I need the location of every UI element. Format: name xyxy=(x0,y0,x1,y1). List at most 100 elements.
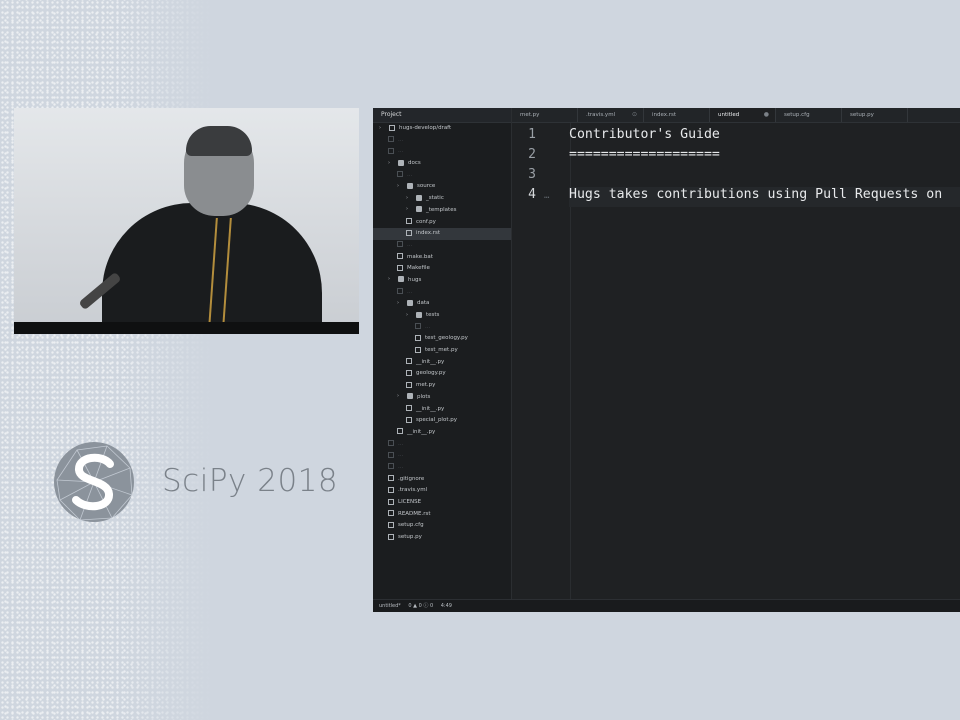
tree-file[interactable]: ... xyxy=(373,170,511,182)
tab-untitled[interactable]: untitled ● xyxy=(710,108,776,122)
file-icon xyxy=(388,463,394,470)
tree-file[interactable]: __init__.py xyxy=(373,357,511,369)
tree-item-label: make.bat xyxy=(407,253,433,260)
tree-item-label: conf.py xyxy=(416,218,436,225)
chevron-icon[interactable]: › xyxy=(397,393,403,399)
tree-file[interactable]: setup.py xyxy=(373,532,511,544)
tree-file[interactable]: setup.cfg xyxy=(373,520,511,532)
tree-file[interactable]: Makefile xyxy=(373,263,511,275)
tree-item-label: geology.py xyxy=(416,370,446,377)
tree-folder[interactable]: › plots xyxy=(373,392,511,404)
tree-item-label: _templates xyxy=(426,206,457,213)
tree-file[interactable]: ... xyxy=(373,135,511,147)
tree-root[interactable]: › hugs-develop/draft xyxy=(373,123,511,135)
tree-item-label: ... xyxy=(398,463,404,470)
tree-item-label: tests xyxy=(426,312,440,318)
tree-file[interactable]: conf.py xyxy=(373,217,511,229)
line-number-gutter: 1 2 3 4 … xyxy=(512,123,571,600)
file-icon xyxy=(406,229,412,236)
close-icon[interactable]: ⊙ xyxy=(632,108,637,122)
status-bar: untitled* 0 ▲ 0 ⓘ 0 4:49 xyxy=(373,599,960,612)
tree-folder[interactable]: › hugs xyxy=(373,275,511,287)
tab-index-rst[interactable]: index.rst xyxy=(644,108,710,122)
tree-file[interactable]: .travis.yml xyxy=(373,485,511,497)
folder-icon xyxy=(398,276,404,283)
file-icon xyxy=(388,451,394,458)
file-icon xyxy=(415,346,421,353)
tree-file[interactable]: special_plot.py xyxy=(373,415,511,427)
tree-file[interactable]: README.rst xyxy=(373,509,511,521)
tree-folder[interactable]: › data xyxy=(373,298,511,310)
tree-item-label: ... xyxy=(407,288,413,295)
file-icon xyxy=(415,334,421,341)
line-number-current: 4 xyxy=(528,187,536,202)
tree-file[interactable]: index.rst xyxy=(373,228,511,240)
chevron-icon[interactable]: › xyxy=(388,160,394,166)
file-icon xyxy=(388,136,394,143)
atom-editor-window: Project › hugs-develop/draft...... › docs..… xyxy=(373,108,960,612)
tree-folder[interactable]: › source xyxy=(373,181,511,193)
chevron-icon[interactable]: › xyxy=(397,183,403,189)
code-line: =================== xyxy=(569,147,720,162)
tree-file[interactable]: __init__.py xyxy=(373,427,511,439)
chevron-icon[interactable]: › xyxy=(406,195,412,201)
tab-setup-cfg[interactable]: setup.cfg xyxy=(776,108,842,122)
tree-file[interactable]: test_met.py xyxy=(373,345,511,357)
tree-file[interactable]: make.bat xyxy=(373,252,511,264)
chevron-icon[interactable]: › xyxy=(406,312,412,318)
chevron-icon[interactable]: › xyxy=(397,300,403,306)
project-tree-list: › hugs-develop/draft...... › docs... › source… xyxy=(373,123,511,544)
conference-title: SciPy 2018 xyxy=(162,463,339,499)
tree-file[interactable]: geology.py xyxy=(373,368,511,380)
status-cursor-position[interactable]: 4:49 xyxy=(441,603,452,609)
folder-icon xyxy=(407,182,413,189)
tree-item-label: LICENSE xyxy=(398,499,422,505)
tab-label: setup.cfg xyxy=(784,112,810,118)
tree-folder[interactable]: › _static xyxy=(373,193,511,205)
file-icon xyxy=(388,521,394,528)
tree-item-label: met.py xyxy=(416,382,436,389)
tree-file[interactable]: ... xyxy=(373,439,511,451)
podium xyxy=(14,322,359,334)
chevron-icon[interactable]: › xyxy=(379,125,385,131)
chevron-icon[interactable]: › xyxy=(388,276,394,282)
tab-setup-py[interactable]: setup.py xyxy=(842,108,908,122)
file-icon xyxy=(388,475,394,482)
file-icon xyxy=(397,288,403,295)
file-icon xyxy=(397,241,403,248)
tree-file[interactable]: ... xyxy=(373,287,511,299)
tree-file[interactable]: ... xyxy=(373,146,511,158)
tab-label: index.rst xyxy=(652,112,677,118)
file-icon xyxy=(388,510,394,517)
tree-file[interactable]: ... xyxy=(373,462,511,474)
tree-file[interactable]: ... xyxy=(373,322,511,334)
tree-item-label: ... xyxy=(407,171,413,178)
tree-file[interactable]: ... xyxy=(373,450,511,462)
tree-folder[interactable]: › docs xyxy=(373,158,511,170)
tree-file[interactable]: test_geology.py xyxy=(373,333,511,345)
tree-folder[interactable]: › tests xyxy=(373,310,511,322)
modified-dot-icon[interactable]: ● xyxy=(764,108,769,122)
speaker-hair xyxy=(186,126,252,156)
tree-file[interactable]: ... xyxy=(373,240,511,252)
status-file-name[interactable]: untitled* xyxy=(379,603,401,609)
code-area[interactable]: Contributor's Guide =================== … xyxy=(569,123,960,600)
tab-met-py[interactable]: met.py xyxy=(512,108,578,122)
chevron-icon[interactable]: › xyxy=(406,206,412,212)
status-diagnostics[interactable]: 0 ▲ 0 ⓘ 0 xyxy=(408,603,433,609)
tree-file[interactable]: .gitignore xyxy=(373,474,511,486)
tree-item-label: docs xyxy=(408,160,421,167)
tree-item-label: .gitignore xyxy=(398,475,425,482)
tree-folder[interactable]: › _templates xyxy=(373,205,511,217)
fold-marker-icon[interactable]: … xyxy=(544,191,549,201)
tree-item-label: setup.py xyxy=(398,534,422,541)
file-icon xyxy=(388,147,394,154)
tree-file[interactable]: __init__.py xyxy=(373,404,511,416)
tab-travis-yml[interactable]: .travis.yml ⊙ xyxy=(578,108,644,122)
tree-item-label: Makefile xyxy=(407,265,430,272)
tree-file[interactable]: met.py xyxy=(373,380,511,392)
repo-icon xyxy=(389,124,395,131)
tree-item-label: plots xyxy=(417,393,431,400)
tree-file[interactable]: LICENSE xyxy=(373,497,511,509)
file-icon xyxy=(397,171,403,178)
